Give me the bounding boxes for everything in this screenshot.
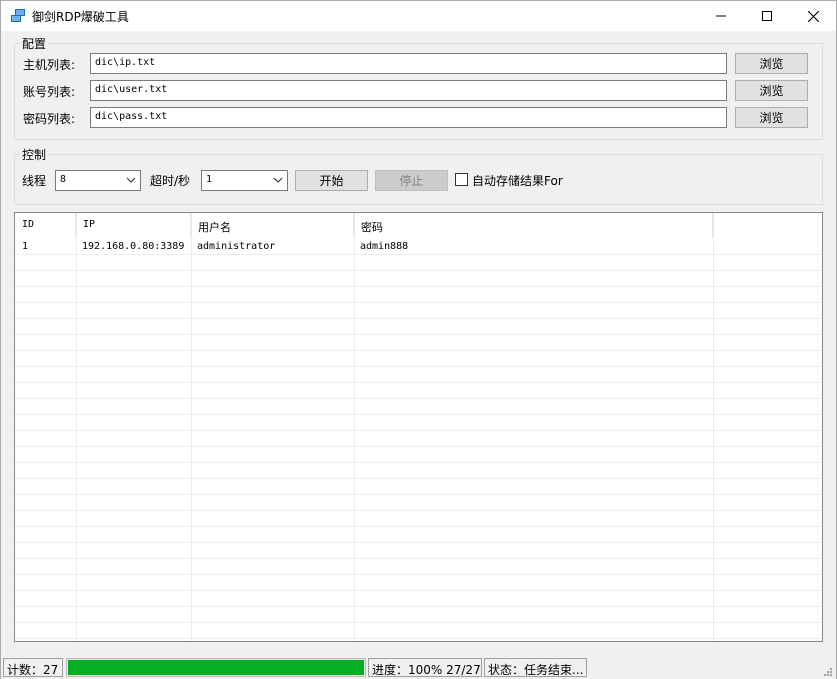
chevron-down-icon [126,177,136,183]
threads-select[interactable]: 8 [55,170,141,191]
threads-value: 8 [60,174,67,185]
minimize-icon [716,15,726,17]
maximize-icon [762,11,772,21]
stop-button[interactable]: 停止 [375,170,448,191]
user-browse-button[interactable]: 浏览 [735,80,808,101]
close-button[interactable] [790,1,836,31]
autosave-checkbox[interactable] [455,173,468,186]
grid-row-line [15,622,822,623]
close-icon [807,10,819,22]
cell-id: 1 [22,241,29,252]
start-button[interactable]: 开始 [295,170,368,191]
grid-row-line [15,382,822,383]
user-list-label: 账号列表: [23,85,76,99]
maximize-button[interactable] [744,1,790,31]
grid-row-line [15,398,822,399]
grid-row-line [15,638,822,639]
user-list-input[interactable]: dic\user.txt [90,80,727,101]
grid-row-line [15,430,822,431]
grid-row-line [15,414,822,415]
chevron-down-icon [273,177,283,183]
app-icon [11,9,25,22]
grid-row-line [15,270,822,271]
grid-row-line [15,558,822,559]
config-legend: 配置 [20,35,49,52]
grid-column-line [354,213,355,641]
resize-grip-icon[interactable] [821,665,833,677]
grid-column-line [76,213,77,641]
host-browse-button[interactable]: 浏览 [735,53,808,74]
cell-password: admin888 [360,241,409,252]
count-panel: 计数：27 [3,658,63,677]
host-list-input[interactable]: dic\ip.txt [90,53,727,74]
grid-row-line [15,542,822,543]
grid-row-line [15,446,822,447]
grid-row-line [15,494,822,495]
status-bar: 计数：27 进度：100% 27/27 状态：任务结束... [1,655,836,679]
grid-row-line [15,526,822,527]
grid-row-line [15,590,822,591]
grid-row-line [15,254,822,255]
column-header-ip[interactable]: IP [76,213,191,238]
grid-row-line [15,606,822,607]
title-bar: 御剑RDP爆破工具 [1,1,836,31]
results-table[interactable]: ID IP 用户名 密码 1 192.168.0.80:3389 adminis… [14,212,823,642]
grid-row-line [15,286,822,287]
grid-column-line [191,213,192,641]
host-list-label: 主机列表: [23,58,76,72]
column-header-password[interactable]: 密码 [354,213,713,238]
threads-label: 线程 [22,174,47,188]
grid-column-line [713,213,714,641]
grid-row-line [15,366,822,367]
progress-panel: 进度：100% 27/27 [368,658,482,677]
window-title: 御剑RDP爆破工具 [32,10,129,24]
grid-row-line [15,334,822,335]
grid-row-line [15,462,822,463]
pass-list-label: 密码列表: [23,112,76,126]
cell-ip: 192.168.0.80:3389 [82,241,185,252]
grid-row-line [15,302,822,303]
cell-username: administrator [197,241,276,252]
timeout-value: 1 [206,174,213,185]
autosave-label: 自动存储结果For [472,174,563,188]
progress-bar [66,658,366,677]
progress-fill [68,660,364,675]
grid-row-line [15,478,822,479]
column-header-username[interactable]: 用户名 [191,213,354,238]
grid-row-line [15,574,822,575]
pass-list-input[interactable]: dic\pass.txt [90,107,727,128]
timeout-select[interactable]: 1 [201,170,288,191]
app-window: 御剑RDP爆破工具 配置 主机列表: dic\ip.txt 浏览 账号列表: d… [0,0,837,679]
column-header-id[interactable]: ID [15,213,76,238]
state-panel: 状态：任务结束... [484,658,587,677]
minimize-button[interactable] [698,1,744,31]
grid-row-line [15,510,822,511]
control-legend: 控制 [20,146,49,163]
timeout-label: 超时/秒 [150,174,191,188]
pass-browse-button[interactable]: 浏览 [735,107,808,128]
grid-row-line [15,350,822,351]
grid-row-line [15,318,822,319]
